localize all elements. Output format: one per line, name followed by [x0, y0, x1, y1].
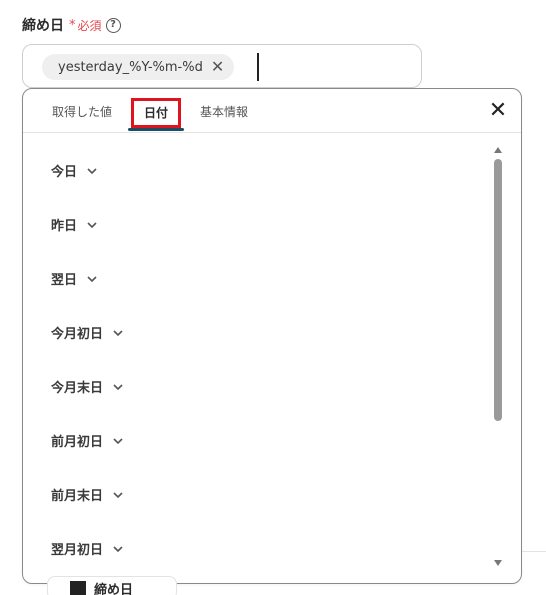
- list-item-last-month-first[interactable]: 前月初日: [51, 431, 125, 450]
- tab-date[interactable]: 日付: [131, 98, 181, 128]
- value-picker-dropdown: 取得した値 日付 基本情報 ✕ 今日 昨日 翌日 今月初日 今月末日 前月初日: [22, 88, 522, 584]
- background-divider: [522, 551, 546, 552]
- chevron-down-icon: [87, 167, 97, 174]
- list-item-tomorrow[interactable]: 翌日: [51, 269, 99, 288]
- list-item-today[interactable]: 今日: [51, 161, 99, 180]
- list-item-label: 今月初日: [51, 327, 104, 342]
- chevron-down-icon: [87, 275, 97, 282]
- chevron-down-icon: [87, 221, 97, 228]
- list-item-last-month-last[interactable]: 前月末日: [51, 485, 125, 504]
- chevron-down-icon: [113, 437, 123, 444]
- list-item-next-month-first[interactable]: 翌月初日: [51, 539, 125, 558]
- chip-remove-icon[interactable]: ✕: [211, 59, 224, 75]
- chevron-down-icon: [113, 545, 123, 552]
- list-item-label: 前月末日: [51, 489, 104, 504]
- chevron-down-icon: [113, 383, 123, 390]
- background-field-label-text: 締め日: [94, 582, 134, 595]
- help-icon[interactable]: ?: [105, 17, 121, 33]
- value-chip: yesterday_%Y-%m-%d ✕: [42, 54, 235, 80]
- chevron-down-icon: [113, 491, 123, 498]
- close-icon[interactable]: ✕: [488, 100, 508, 122]
- list-item-label: 翌日: [51, 273, 78, 288]
- list-item-label: 今月末日: [51, 381, 104, 396]
- tab-basic-info[interactable]: 基本情報: [200, 103, 248, 120]
- field-label: 締め日 * 必須 ?: [22, 15, 121, 35]
- list-item-label: 今日: [51, 165, 78, 180]
- background-field-label: 締め日: [47, 576, 177, 595]
- list-item-label: 前月初日: [51, 435, 104, 450]
- picker-tabs: 取得した値 日付 基本情報 ✕: [23, 89, 521, 133]
- value-input[interactable]: yesterday_%Y-%m-%d ✕: [22, 44, 422, 88]
- list-item-yesterday[interactable]: 昨日: [51, 215, 99, 234]
- scrollbar-thumb[interactable]: [494, 159, 502, 421]
- text-cursor: [257, 53, 259, 81]
- field-label-text: 締め日: [22, 18, 64, 34]
- scroll-down-arrow-icon[interactable]: [493, 559, 503, 567]
- list-item-this-month-last[interactable]: 今月末日: [51, 377, 125, 396]
- list-item-this-month-first[interactable]: 今月初日: [51, 323, 125, 342]
- chevron-down-icon: [113, 329, 123, 336]
- value-chip-text: yesterday_%Y-%m-%d: [58, 59, 203, 75]
- required-star: *: [69, 17, 76, 33]
- tab-fetched-values[interactable]: 取得した値: [52, 103, 112, 120]
- list-item-label: 翌月初日: [51, 543, 104, 558]
- scroll-up-arrow-icon[interactable]: [493, 146, 503, 154]
- active-tab-indicator: [128, 128, 184, 131]
- list-item-label: 昨日: [51, 219, 78, 234]
- calendar-icon: [70, 581, 86, 595]
- required-text: 必須: [77, 18, 102, 33]
